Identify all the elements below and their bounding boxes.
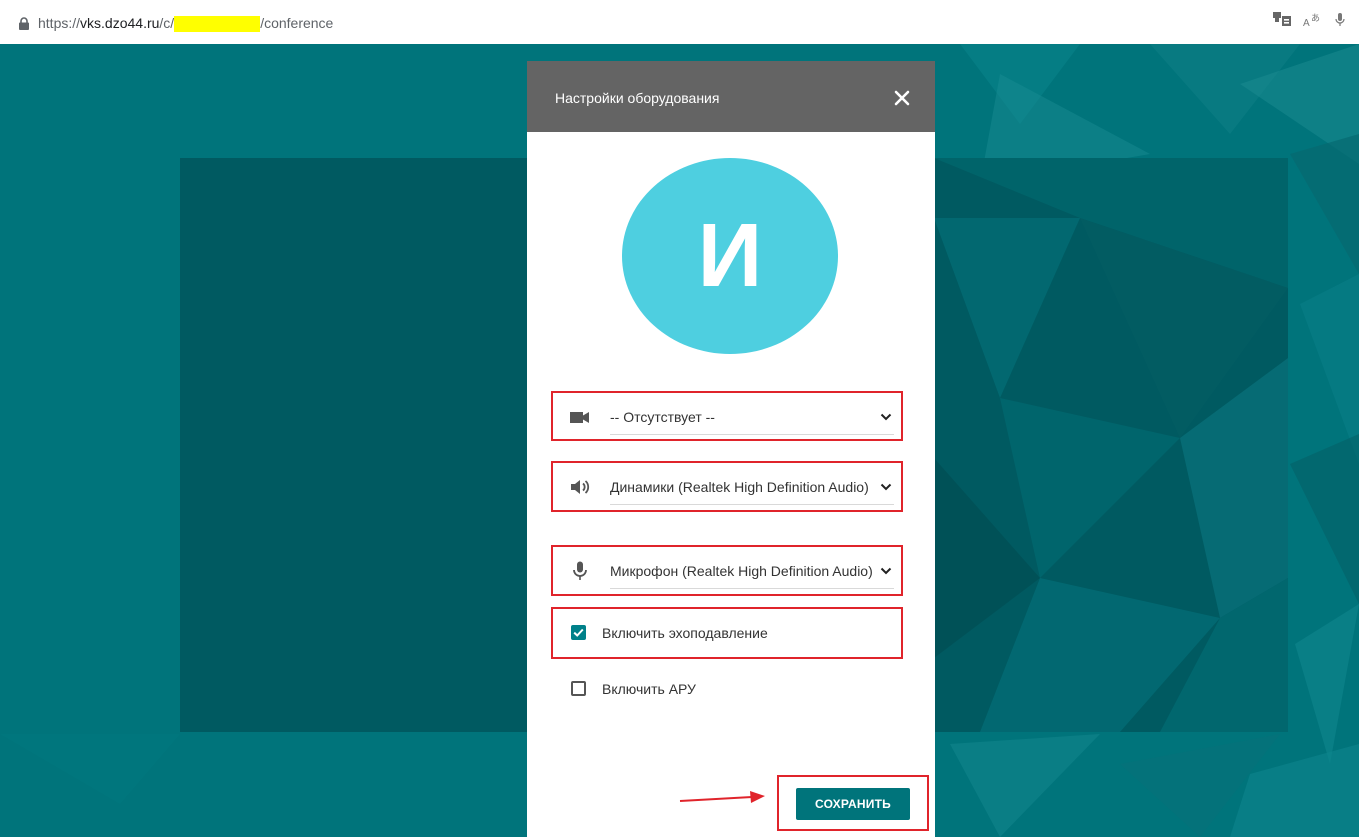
checkbox-checked[interactable] bbox=[571, 625, 586, 640]
microphone-indicator-icon[interactable] bbox=[1335, 13, 1345, 32]
equipment-settings-modal: Настройки оборудования И -- Отсутствует … bbox=[527, 61, 935, 837]
chevron-down-icon bbox=[880, 483, 892, 491]
url-path-start: /c/ bbox=[159, 15, 175, 31]
url-path-end: /conference bbox=[260, 15, 334, 31]
microphone-select-value: Микрофон (Realtek High Definition Audio) bbox=[610, 563, 872, 579]
url-prefix: https:// bbox=[38, 15, 81, 31]
checkbox-unchecked[interactable] bbox=[571, 681, 586, 696]
lock-icon bbox=[19, 17, 29, 30]
speakers-select[interactable]: Динамики (Realtek High Definition Audio) bbox=[610, 469, 894, 505]
close-icon[interactable] bbox=[889, 85, 915, 111]
microphone-row: Микрофон (Realtek High Definition Audio) bbox=[565, 553, 905, 589]
microphone-select[interactable]: Микрофон (Realtek High Definition Audio) bbox=[610, 553, 894, 589]
speakers-select-value: Динамики (Realtek High Definition Audio) bbox=[610, 479, 869, 495]
camera-select[interactable]: -- Отсутствует -- bbox=[610, 399, 894, 435]
url-field[interactable]: https://vks.dzo44.ru/c/ /conference bbox=[38, 14, 334, 33]
avatar: И bbox=[622, 158, 838, 354]
site-info-icon[interactable] bbox=[1273, 12, 1291, 33]
svg-text:あ: あ bbox=[1311, 13, 1320, 23]
camera-select-value: -- Отсутствует -- bbox=[610, 409, 715, 425]
avatar-initial: И bbox=[697, 206, 763, 306]
redacted-highlight bbox=[174, 16, 261, 33]
browser-address-bar: https://vks.dzo44.ru/c/ /conference A あ bbox=[0, 0, 1359, 44]
checkmark-icon bbox=[573, 628, 584, 637]
modal-title: Настройки оборудования bbox=[555, 90, 720, 106]
agc-label: Включить АРУ bbox=[602, 681, 696, 697]
chevron-down-icon bbox=[880, 413, 892, 421]
video-camera-icon bbox=[570, 412, 589, 423]
svg-text:A: A bbox=[1303, 18, 1310, 28]
speakers-row: Динамики (Realtek High Definition Audio) bbox=[565, 469, 905, 505]
camera-row: -- Отсутствует -- bbox=[565, 399, 905, 435]
chevron-down-icon bbox=[880, 567, 892, 575]
modal-header: Настройки оборудования bbox=[527, 61, 935, 132]
url-domain: vks.dzo44.ru bbox=[80, 15, 160, 31]
translate-icon[interactable]: A あ bbox=[1303, 12, 1323, 33]
speaker-icon bbox=[571, 480, 590, 494]
save-button[interactable]: СОХРАНИТЬ bbox=[796, 788, 910, 820]
microphone-icon bbox=[573, 561, 587, 580]
echo-cancel-label: Включить эхоподавление bbox=[602, 625, 768, 641]
